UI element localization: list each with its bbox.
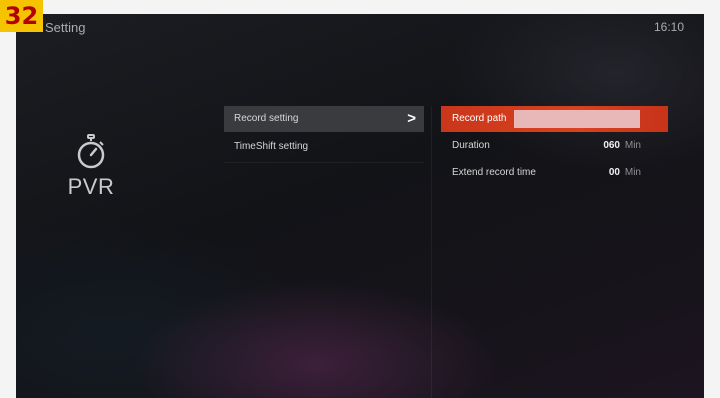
menu-item-label: TimeShift setting bbox=[234, 141, 309, 152]
setting-label: Duration bbox=[452, 140, 490, 151]
record-path-input[interactable] bbox=[514, 110, 640, 128]
menu-item-label: Record setting bbox=[234, 113, 299, 124]
extend-record-time-unit: Min bbox=[624, 167, 641, 178]
setting-duration[interactable]: Duration 060 Min bbox=[441, 133, 668, 159]
setting-record-path[interactable]: Record path bbox=[441, 106, 668, 132]
chevron-right-icon: > bbox=[407, 110, 416, 127]
duration-value: 060 bbox=[603, 140, 620, 151]
record-settings-panel: Record path Duration 060 Min Extend reco… bbox=[441, 106, 668, 187]
category-label: PVR bbox=[67, 174, 115, 199]
setting-extend-record-time[interactable]: Extend record time 00 Min bbox=[441, 160, 668, 186]
page-title: Setting bbox=[45, 20, 86, 35]
duration-unit: Min bbox=[624, 140, 641, 151]
tv-screen: Setting 16:10 PVR Record setting > TimeS… bbox=[16, 14, 704, 398]
menu-item-record-setting[interactable]: Record setting > bbox=[224, 106, 424, 132]
setting-label: Record path bbox=[452, 113, 507, 124]
menu-item-timeshift-setting[interactable]: TimeShift setting bbox=[224, 134, 424, 160]
setting-label: Extend record time bbox=[452, 167, 536, 178]
extend-record-time-value: 00 bbox=[608, 167, 620, 178]
screenshot-frame: 32 Setting 16:10 PVR Record setting > Ti… bbox=[0, 0, 720, 398]
menu-divider bbox=[224, 162, 424, 163]
step-number-badge: 32 bbox=[0, 0, 43, 32]
category-panel: PVR bbox=[56, 134, 126, 200]
panel-divider bbox=[431, 106, 432, 398]
settings-menu: Record setting > TimeShift setting bbox=[224, 106, 424, 163]
stopwatch-icon bbox=[77, 134, 105, 169]
clock: 16:10 bbox=[653, 20, 684, 34]
